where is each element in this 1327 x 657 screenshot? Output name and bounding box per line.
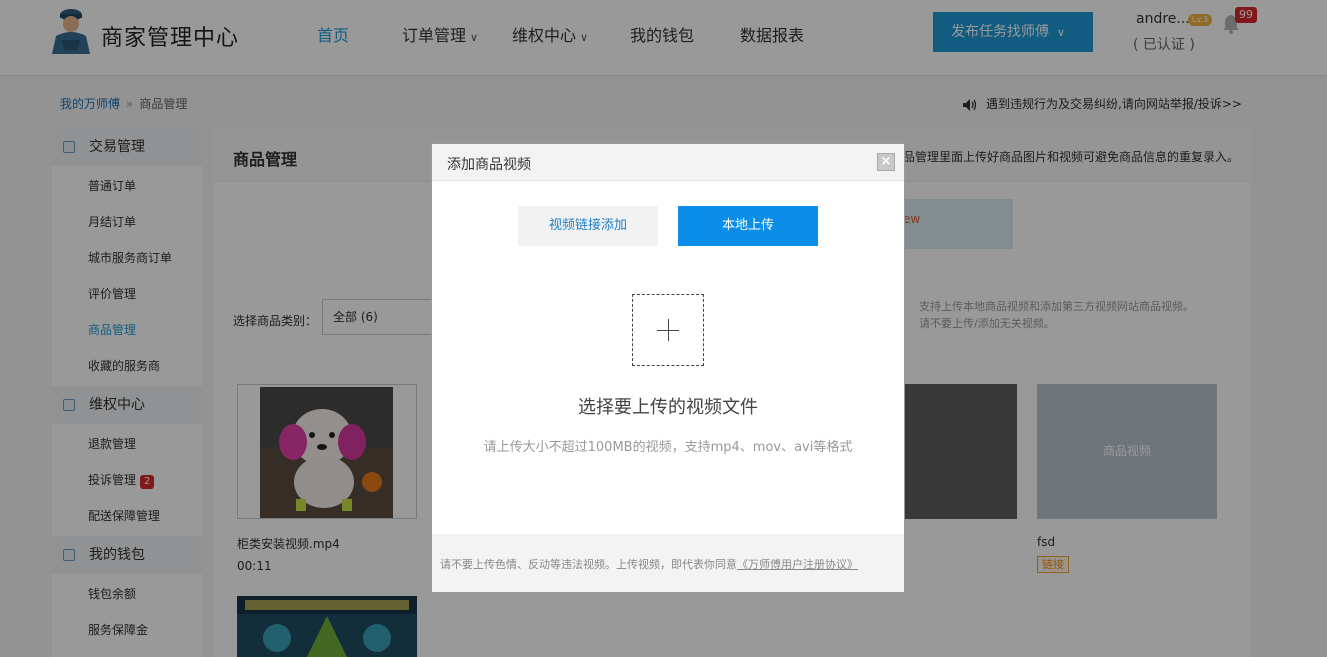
dialog-footer: 请不要上传色情、反动等违法视频。上传视频，即代表你同意《万师傅用户注册协议》 [432,534,904,592]
dialog-header: 添加商品视频 × [432,144,904,181]
add-video-dialog: 添加商品视频 × 视频链接添加 本地上传 选择要上传的视频文件 请上传大小不超过… [431,143,905,593]
tab-link-add[interactable]: 视频链接添加 [518,206,658,246]
close-icon[interactable]: × [877,153,895,171]
drop-zone-title: 选择要上传的视频文件 [578,397,758,418]
agreement-link[interactable]: 《万师傅用户注册协议》 [737,558,858,571]
dialog-title: 添加商品视频 [447,157,531,173]
file-drop-zone[interactable] [632,294,704,366]
plus-icon [668,319,669,341]
tab-local-upload[interactable]: 本地上传 [678,206,818,246]
drop-zone-hint: 请上传大小不超过100MB的视频，支持mp4、mov、avi等格式 [483,440,853,455]
footer-notice-text: 请不要上传色情、反动等违法视频。上传视频，即代表你同意 [440,558,737,571]
footer-notice: 请不要上传色情、反动等违法视频。上传视频，即代表你同意《万师傅用户注册协议》 [440,556,858,572]
